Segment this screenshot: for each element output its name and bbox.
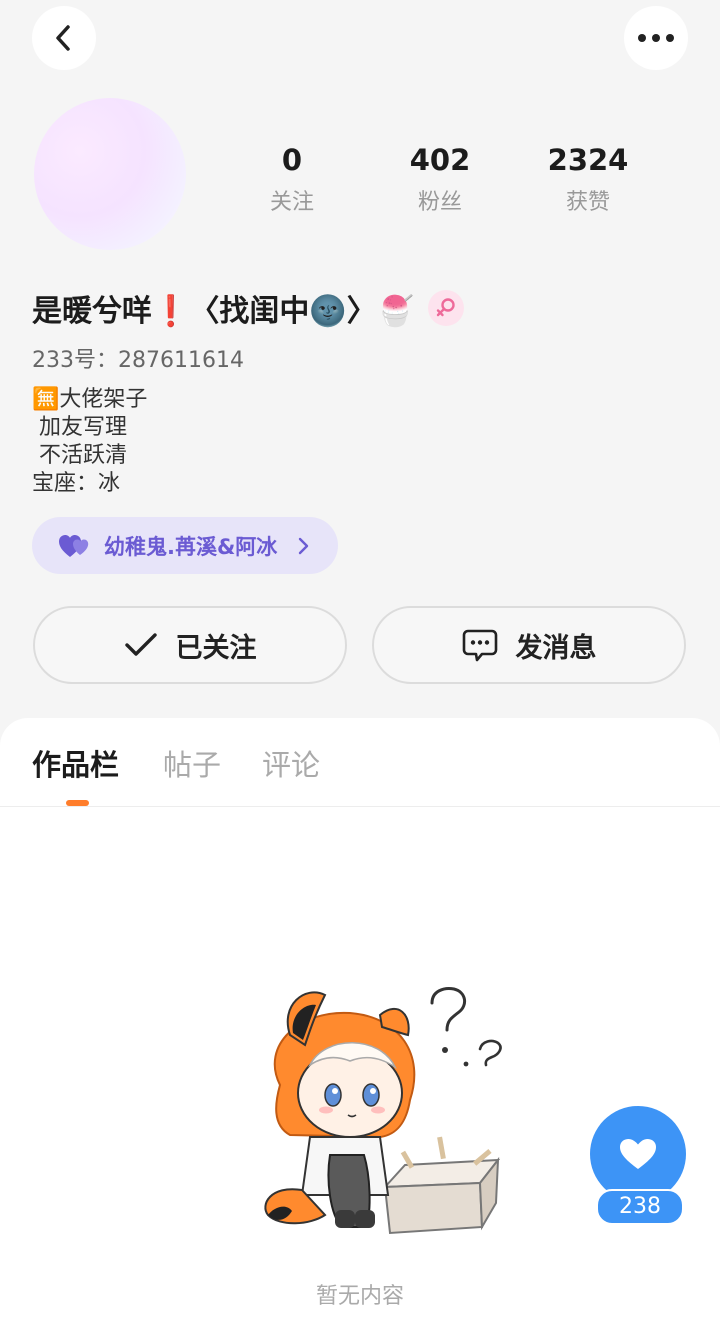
- empty-state-text: 暂无内容: [315, 1284, 404, 1309]
- message-button[interactable]: 发消息: [372, 606, 686, 684]
- group-link[interactable]: 幼稚鬼.苒溪&阿冰: [32, 517, 338, 574]
- stat-value: 2324: [547, 143, 629, 177]
- more-dots-icon: [638, 34, 674, 42]
- stat-following[interactable]: 0 关注: [232, 142, 352, 216]
- message-label: 发消息: [515, 632, 597, 664]
- stat-label: 粉丝: [417, 190, 462, 215]
- profile-name-row: 是暖兮咩❗〈找闺中🌚〉🍧: [32, 286, 465, 330]
- tab-posts[interactable]: 帖子: [163, 742, 221, 784]
- group-label: 幼稚鬼.苒溪&阿冰: [104, 534, 278, 559]
- heart-icon: [620, 1139, 656, 1169]
- avatar[interactable]: [34, 98, 186, 250]
- hearts-icon: [59, 534, 89, 557]
- profile-bio: 🈚大佬架子 加友写理 不活跃清 宝座：冰: [32, 386, 147, 498]
- check-icon: [124, 633, 157, 656]
- follow-label: 已关注: [175, 632, 257, 664]
- user-id: 233号：287611614: [32, 348, 244, 373]
- more-button[interactable]: [624, 6, 688, 70]
- divider: [0, 806, 720, 807]
- chat-bubble-icon: [462, 629, 497, 662]
- stat-label: 关注: [269, 190, 314, 215]
- tab-works[interactable]: 作品栏: [32, 742, 119, 784]
- female-icon: [428, 290, 465, 326]
- like-count: 238: [596, 1189, 684, 1225]
- bio-line: 不活跃清: [32, 443, 127, 468]
- back-button[interactable]: [32, 6, 96, 70]
- stat-fans[interactable]: 402 粉丝: [380, 142, 500, 216]
- stat-label: 获赞: [565, 190, 610, 215]
- empty-state-illustration: [264, 987, 502, 1235]
- bio-line: 加友写理: [32, 415, 127, 440]
- stat-value: 402: [409, 143, 471, 177]
- like-button[interactable]: [590, 1106, 686, 1202]
- tab-comments[interactable]: 评论: [262, 742, 320, 784]
- bio-line: 🈚大佬架子: [32, 387, 148, 412]
- chevron-left-icon: [56, 25, 70, 51]
- bio-line: 宝座：冰: [32, 471, 121, 496]
- chevron-right-icon: [299, 537, 309, 554]
- follow-button[interactable]: 已关注: [33, 606, 347, 684]
- stat-likes[interactable]: 2324 获赞: [528, 142, 648, 216]
- stat-value: 0: [281, 143, 303, 177]
- profile-name: 是暖兮咩❗〈找闺中🌚〉🍧: [32, 294, 415, 329]
